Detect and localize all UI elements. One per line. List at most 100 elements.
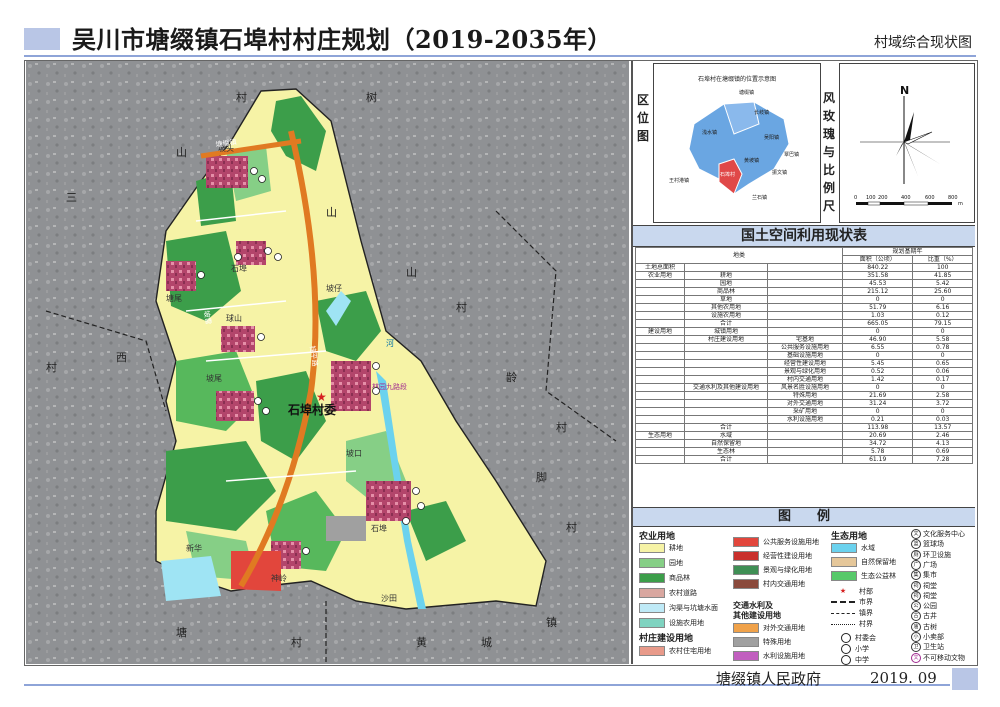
table-cell-c1: 农业用地 — [635, 271, 685, 280]
legend-item: 耕地 — [639, 543, 683, 553]
legend-label: 小学 — [855, 645, 869, 653]
table-cell-ratio: 41.85 — [912, 271, 973, 280]
map-label: 村 — [46, 360, 57, 374]
table-cell-c2 — [684, 407, 768, 416]
legend-item: 生态公益林 — [831, 571, 896, 581]
table-cell-c3 — [767, 447, 843, 456]
table-row: 基础设施用地 0 0 — [635, 351, 973, 360]
legend-label: 景观与绿化用地 — [763, 566, 812, 574]
table-cell-c3 — [767, 279, 843, 288]
table-cell-ratio: 0.03 — [912, 415, 973, 424]
header-rule — [24, 55, 976, 57]
table-cell-ratio: 0.78 — [912, 343, 973, 352]
legend-item: 农村住宅用地 — [639, 646, 711, 656]
table-row: 园地 45.53 5.42 — [635, 279, 973, 288]
facility-symbol-icon: 庙 — [911, 621, 921, 632]
legend-swatch — [639, 543, 665, 553]
table-row: 经营性建设用地 5.45 0.65 — [635, 359, 973, 368]
legend-swatch — [639, 573, 665, 583]
table-row: 公共服务设施用地 6.55 0.78 — [635, 343, 973, 352]
table-cell-c3 — [767, 295, 843, 304]
table-cell-ratio: 5.58 — [912, 335, 973, 344]
map-label: 山 — [406, 266, 417, 279]
location-label: 区位图 — [636, 93, 649, 143]
table-cell-c3: 公共服务设施用地 — [767, 343, 843, 352]
legend-label: 集市 — [923, 571, 937, 580]
map-label: 城 — [481, 636, 492, 649]
legend-symbol-item: 公公园 — [911, 601, 937, 612]
legend-swatch — [639, 603, 665, 613]
footer-org: 塘缀镇人民政府 — [716, 670, 822, 688]
legend-line-item: ★ 村部 — [831, 587, 873, 597]
table-cell-area: 34.72 — [841, 439, 914, 448]
facility-symbol-icon: 卫 — [911, 642, 921, 653]
map-subtitle: 村域综合现状图 — [874, 35, 972, 51]
ratio-header: 比重（%） — [912, 255, 973, 264]
legend-symbol-item: 祠祠堂 — [911, 590, 937, 601]
page-title: 吴川市塘缀镇石埠村村庄规划（2019-2035年） — [72, 25, 613, 54]
table-cell-c3: 采矿用地 — [767, 407, 843, 416]
poi-marker-icon — [841, 633, 851, 643]
legend-label: 村委会 — [855, 634, 876, 642]
table-cell-area: 113.98 — [841, 423, 914, 432]
inset-place: 黄坡镇 — [744, 157, 759, 164]
north-arrow-icon: N — [900, 84, 909, 97]
table-cell-c1 — [635, 287, 685, 296]
legend-heading-village: 村庄建设用地 — [639, 634, 694, 644]
scale-tick: 400 — [901, 195, 911, 201]
map-label: 山 — [326, 206, 337, 219]
legend-label: 市界 — [859, 598, 873, 606]
table-cell-c2: 商品林 — [684, 287, 768, 296]
land-use-table: 地类 规划基期年 面积（公顷） 比重（%） 土地总面积 840.22 100 农业用地… — [635, 247, 973, 464]
table-cell-ratio: 100 — [912, 263, 973, 272]
footer-date: 2019. 09 — [870, 669, 937, 687]
table-cell-c1 — [635, 415, 685, 424]
table-cell-area: 0.52 — [841, 367, 914, 376]
table-cell-area: 6.55 — [841, 343, 914, 352]
table-row: 采矿用地 0 0 — [635, 407, 973, 416]
windrose-graphic: N 0 100 200 400 600 800 m — [854, 84, 963, 207]
table-cell-area: 20.69 — [841, 431, 914, 440]
legend-heading-transport: 交通水利及 其他建设用地 — [733, 601, 781, 620]
legend-label: 古井 — [923, 612, 937, 621]
table-cell-c3: 基础设施用地 — [767, 351, 843, 360]
table-cell-area: 0 — [841, 295, 914, 304]
table-cell-area: 215.12 — [841, 287, 914, 296]
table-cell-area: 0.21 — [841, 415, 914, 424]
legend-label: 卫生站 — [923, 643, 944, 652]
legend-label: 生态公益林 — [861, 572, 896, 580]
map-label: 镇 — [546, 615, 557, 629]
windrose-label: 风玫瑰与比例尺 — [822, 91, 835, 213]
table-cell-c1 — [635, 351, 685, 360]
scale-tick: 200 — [878, 195, 888, 201]
inset-place: 石埠村 — [720, 171, 735, 178]
table-cell-ratio: 5.42 — [912, 279, 973, 288]
legend-label: 沟渠与坑塘水面 — [669, 604, 718, 612]
table-cell-area: 1.03 — [841, 311, 914, 320]
map-label: 村 — [291, 635, 302, 649]
legend-line-item: 小学 — [831, 644, 869, 654]
legend-item: 村内交通用地 — [733, 579, 805, 589]
inset-place: 吴阳镇 — [764, 134, 779, 141]
place-label: 沙田 — [381, 594, 397, 603]
location-inset[interactable]: 石埠村在塘缀镇的位置示意图 塘缀镇 长岐镇 浅水镇 吴阳镇 覃巴镇 振文镇 黄坡… — [653, 63, 821, 223]
facility-symbol-icon: 文 — [911, 529, 921, 539]
legend-label: 村内交通用地 — [763, 580, 805, 588]
place-label: 坡尾 — [206, 373, 222, 383]
table-cell-c2: 草地 — [684, 295, 768, 304]
table-cell-c3 — [767, 287, 843, 296]
legend-label: 祠堂 — [923, 591, 937, 600]
legend-item: 特殊用地 — [733, 637, 791, 647]
table-cell-area: 61.19 — [841, 455, 914, 464]
table-cell-c1 — [635, 407, 685, 416]
place-label: 石埠 — [231, 263, 247, 273]
table-row: 村庄建设用地 宅基地 46.90 5.58 — [635, 335, 973, 344]
village-map[interactable]: 村 树 山 山 山 村 村 西 龄 村 脚 村 塘 村 黄 城 镇 三 坡头 石… — [26, 61, 629, 664]
table-cell-area: 5.78 — [841, 447, 914, 456]
scale-unit: m — [958, 201, 963, 207]
facility-symbol-icon: 文 — [911, 652, 921, 663]
legend-label: 自然保留地 — [861, 558, 896, 566]
table-cell-c3: 对外交通用地 — [767, 399, 843, 408]
table-cell-c1 — [635, 383, 685, 392]
table-cell-c3 — [767, 431, 843, 440]
